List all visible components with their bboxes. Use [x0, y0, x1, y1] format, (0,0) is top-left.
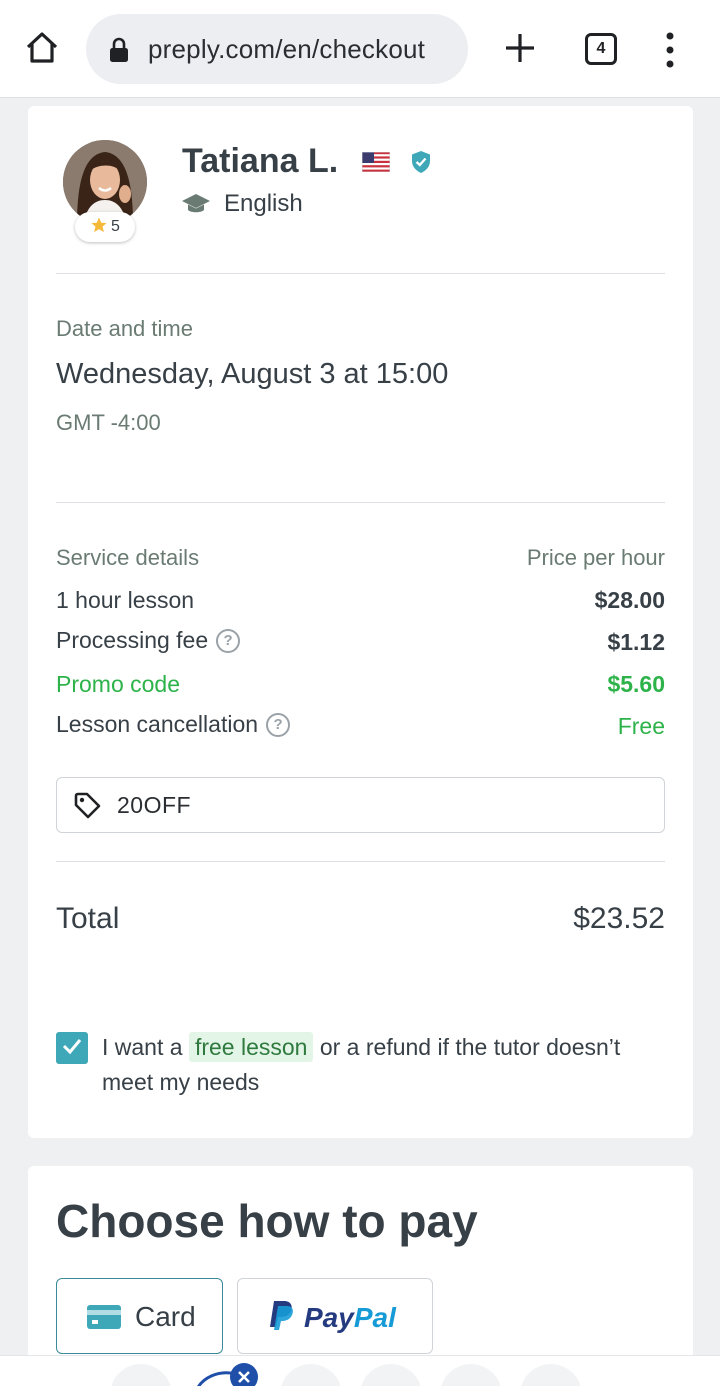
service-row-label: Lesson cancellation — [56, 711, 259, 737]
timezone: GMT -4:00 — [56, 410, 161, 435]
rating-badge: 5 — [75, 212, 135, 242]
tutor-subject: English — [224, 190, 303, 217]
divider — [56, 273, 665, 274]
free-lesson-highlight: free lesson — [188, 1032, 314, 1062]
browser-toolbar: preply.com/en/checkout 4 — [0, 0, 720, 98]
paypal-word-pal: Pal — [353, 1301, 396, 1333]
tag-icon — [73, 792, 103, 825]
guarantee-text: I want a free lesson or a refund if the … — [102, 1030, 672, 1100]
credit-card-icon — [87, 1305, 121, 1329]
promo-code-field[interactable]: 20OFF — [56, 777, 665, 833]
card-label: Card — [135, 1301, 196, 1332]
service-row-value: $1.12 — [607, 629, 665, 655]
total-label: Total — [56, 902, 120, 935]
paypal-p-icon — [268, 1299, 296, 1336]
help-icon[interactable]: ? — [216, 628, 241, 653]
divider — [56, 861, 665, 862]
lesson-datetime: Wednesday, August 3 at 15:00 — [56, 358, 449, 390]
address-bar[interactable]: preply.com/en/checkout — [86, 14, 468, 84]
bottom-overlay-strip — [0, 1355, 720, 1386]
help-icon[interactable]: ? — [266, 712, 291, 737]
paypal-wordmark: PayPal — [304, 1302, 396, 1334]
payment-method-card: Choose how to pay Card PayPal — [28, 1166, 693, 1386]
overlay-item — [360, 1364, 422, 1386]
graduation-cap-icon — [181, 192, 211, 221]
guarantee-checkbox[interactable] — [56, 1032, 88, 1064]
datetime-label: Date and time — [56, 316, 193, 341]
service-row-value: $5.60 — [607, 671, 665, 697]
close-icon[interactable] — [230, 1363, 258, 1386]
lock-icon — [108, 37, 130, 68]
star-icon — [90, 216, 108, 239]
price-per-hour-header: Price per hour — [526, 545, 665, 570]
service-row-processing-fee: Processing fee ? — [56, 627, 241, 654]
tutor-name[interactable]: Tatiana L. — [182, 142, 338, 181]
service-details-header: Service details — [56, 545, 200, 570]
new-tab-icon[interactable] — [500, 28, 540, 68]
rating-value: 5 — [111, 218, 120, 235]
divider — [56, 502, 665, 503]
booking-summary-card: 5 Tatiana L. English Date and time Wedne… — [28, 106, 693, 1138]
tab-switcher-button[interactable]: 4 — [585, 33, 617, 65]
verified-badge-icon — [410, 150, 432, 179]
overlay-item — [110, 1364, 172, 1386]
service-row-label: Processing fee — [56, 627, 209, 653]
us-flag-icon — [361, 151, 391, 177]
service-row-value: $28.00 — [594, 587, 665, 613]
more-menu-icon[interactable] — [660, 30, 680, 70]
promo-code-value: 20OFF — [117, 792, 192, 818]
service-row-cancellation: Lesson cancellation ? — [56, 711, 291, 738]
payment-title: Choose how to pay — [56, 1195, 478, 1247]
service-row-label: 1 hour lesson — [56, 587, 195, 613]
url-text: preply.com/en/checkout — [148, 34, 426, 64]
overlay-item — [520, 1364, 582, 1386]
guarantee-text-before: I want a — [102, 1034, 183, 1060]
paypal-word-pay: Pay — [304, 1301, 354, 1333]
overlay-item — [440, 1364, 502, 1386]
home-icon[interactable] — [22, 28, 62, 68]
overlay-item — [280, 1364, 342, 1386]
paypal-logo: PayPal — [268, 1299, 396, 1336]
total-value: $23.52 — [573, 902, 665, 935]
service-row-promo: Promo code — [56, 671, 180, 698]
checkmark-icon — [61, 1037, 83, 1060]
pay-with-card-button[interactable]: Card — [56, 1278, 223, 1354]
service-row-lesson: 1 hour lesson — [56, 587, 194, 614]
service-row-value: Free — [617, 713, 665, 739]
service-row-label: Promo code — [56, 671, 181, 697]
pay-with-paypal-button[interactable]: PayPal — [237, 1278, 433, 1354]
